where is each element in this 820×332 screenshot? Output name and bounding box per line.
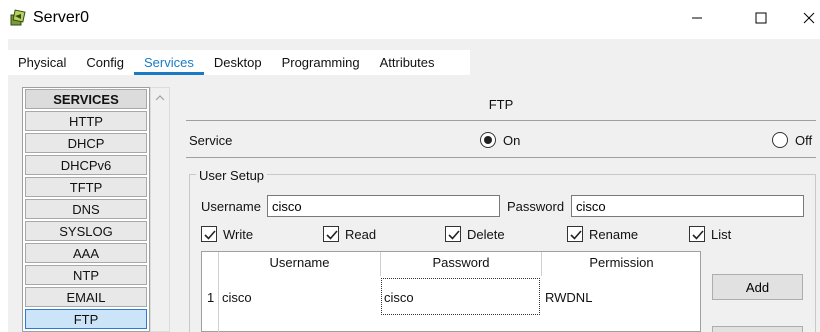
user-setup-title: User Setup xyxy=(196,168,268,183)
row-permission: RWDNL xyxy=(545,290,593,305)
checkmark-icon xyxy=(570,230,582,240)
row-password: cisco xyxy=(384,290,414,305)
services-header: SERVICES xyxy=(25,89,147,109)
service-item-aaa[interactable]: AAA xyxy=(25,243,147,263)
rename-checkbox[interactable] xyxy=(567,226,583,242)
service-off-label: Off xyxy=(795,133,813,148)
divider xyxy=(186,120,816,121)
delete-label: Delete xyxy=(467,227,505,242)
add-user-button[interactable]: Add xyxy=(712,274,803,300)
tab-config[interactable]: Config xyxy=(76,50,134,75)
chevron-up-icon[interactable] xyxy=(154,91,166,101)
service-off-radio[interactable] xyxy=(772,132,788,148)
service-item-email[interactable]: EMAIL xyxy=(25,287,147,307)
service-label: Service xyxy=(189,133,233,148)
service-item-dhcp[interactable]: DHCP xyxy=(25,133,147,153)
title-bar: Server0 xyxy=(0,0,820,38)
delete-checkbox[interactable] xyxy=(445,226,461,242)
services-scrollbar[interactable] xyxy=(150,87,170,332)
checkmark-icon xyxy=(692,230,704,240)
column-header-password[interactable]: Password xyxy=(381,255,541,270)
server-icon xyxy=(9,9,27,27)
service-on-label: On xyxy=(503,133,521,148)
ftp-title: FTP xyxy=(488,97,514,112)
write-label: Write xyxy=(223,227,254,242)
write-checkbox[interactable] xyxy=(201,226,217,242)
services-list: SERVICES HTTP DHCP DHCPv6 TFTP DNS SYSLO… xyxy=(22,87,150,332)
checkmark-icon xyxy=(326,230,338,240)
minimize-icon xyxy=(691,12,703,27)
password-label: Password xyxy=(507,199,565,214)
maximize-icon xyxy=(755,12,767,27)
read-label: Read xyxy=(345,227,377,242)
list-checkbox[interactable] xyxy=(689,226,705,242)
minimize-button[interactable] xyxy=(674,4,720,34)
service-item-dns[interactable]: DNS xyxy=(25,199,147,219)
row-username: cisco xyxy=(222,290,252,305)
column-header-username[interactable]: Username xyxy=(219,255,380,270)
read-checkbox[interactable] xyxy=(323,226,339,242)
username-label: Username xyxy=(201,199,261,214)
remove-button[interactable] xyxy=(712,326,803,332)
service-item-ftp[interactable]: FTP xyxy=(25,309,147,329)
tab-attributes[interactable]: Attributes xyxy=(370,50,445,75)
tab-bar: Physical Config Services Desktop Program… xyxy=(8,50,470,75)
tab-programming[interactable]: Programming xyxy=(272,50,370,75)
tab-desktop[interactable]: Desktop xyxy=(204,50,272,75)
service-item-tftp[interactable]: TFTP xyxy=(25,177,147,197)
checkmark-icon xyxy=(448,230,460,240)
service-item-ntp[interactable]: NTP xyxy=(25,265,147,285)
service-item-http[interactable]: HTTP xyxy=(25,111,147,131)
close-icon xyxy=(803,12,815,27)
service-item-syslog[interactable]: SYSLOG xyxy=(25,221,147,241)
checkmark-icon xyxy=(204,230,216,240)
row-index: 1 xyxy=(207,290,215,305)
tab-physical[interactable]: Physical xyxy=(8,50,76,75)
service-item-dhcpv6[interactable]: DHCPv6 xyxy=(25,155,147,175)
divider xyxy=(186,157,816,158)
column-header-permission[interactable]: Permission xyxy=(542,255,701,270)
close-button[interactable] xyxy=(798,4,820,34)
list-label: List xyxy=(711,227,732,242)
password-input[interactable] xyxy=(571,195,804,217)
rename-label: Rename xyxy=(589,227,639,242)
service-on-radio[interactable] xyxy=(480,132,496,148)
tab-services[interactable]: Services xyxy=(134,50,204,75)
maximize-button[interactable] xyxy=(738,4,784,34)
username-input[interactable] xyxy=(267,195,500,217)
window-title: Server0 xyxy=(33,9,90,26)
